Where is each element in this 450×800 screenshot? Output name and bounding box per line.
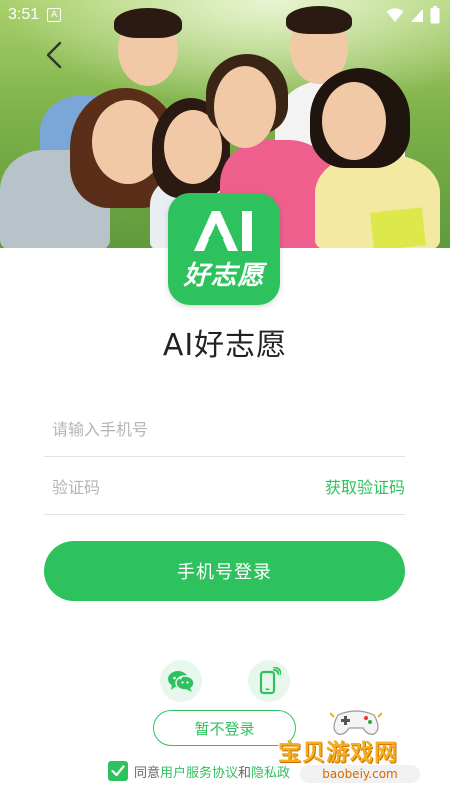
person-face bbox=[214, 66, 276, 148]
status-icons bbox=[386, 6, 440, 24]
code-field: 获取验证码 bbox=[44, 457, 405, 515]
app-logo: 好志愿 bbox=[168, 193, 280, 305]
logo-subtitle: 好志愿 bbox=[183, 261, 265, 291]
one-click-login-button[interactable] bbox=[248, 660, 290, 702]
back-arrow-icon[interactable] bbox=[42, 40, 66, 70]
signal-icon bbox=[411, 9, 423, 22]
watermark-name: 宝贝游戏网 bbox=[278, 740, 398, 766]
checkmark-icon bbox=[111, 765, 125, 777]
privacy-link[interactable]: 隐私政 bbox=[251, 762, 290, 781]
site-watermark: 宝贝游戏网 baobeiy.com bbox=[270, 705, 450, 800]
wifi-icon bbox=[386, 8, 404, 22]
wechat-icon bbox=[168, 671, 195, 692]
phone-field bbox=[44, 399, 405, 457]
terms-link[interactable]: 用户服务协议 bbox=[160, 762, 238, 781]
wechat-login-button[interactable] bbox=[160, 660, 202, 702]
verification-code-input[interactable] bbox=[50, 469, 294, 505]
skip-login-button[interactable]: 暂不登录 bbox=[153, 710, 296, 746]
phone-input[interactable] bbox=[50, 411, 294, 447]
app-title: AI好志愿 bbox=[162, 328, 288, 363]
notification-icon: A bbox=[47, 8, 62, 22]
status-time: 3:51 bbox=[8, 6, 40, 23]
gamepad-icon bbox=[329, 710, 383, 735]
ai-logo-mark bbox=[194, 211, 252, 251]
agreement-conjunction: 和 bbox=[238, 765, 252, 781]
battery-icon bbox=[430, 6, 440, 24]
agreement-row: 同意 用户服务协议 和 隐私政 bbox=[108, 759, 290, 783]
get-code-button[interactable]: 获取验证码 bbox=[325, 474, 405, 498]
watermark-url: baobeiy.com bbox=[300, 765, 420, 783]
phone-signal-icon bbox=[259, 667, 281, 695]
agreement-checkbox[interactable] bbox=[108, 761, 128, 781]
phone-login-button[interactable]: 手机号登录 bbox=[44, 541, 405, 601]
agreement-prefix: 同意 bbox=[134, 765, 161, 781]
status-bar: 3:51 A bbox=[0, 0, 450, 30]
person-face bbox=[322, 82, 386, 160]
yellow-book bbox=[370, 207, 426, 248]
